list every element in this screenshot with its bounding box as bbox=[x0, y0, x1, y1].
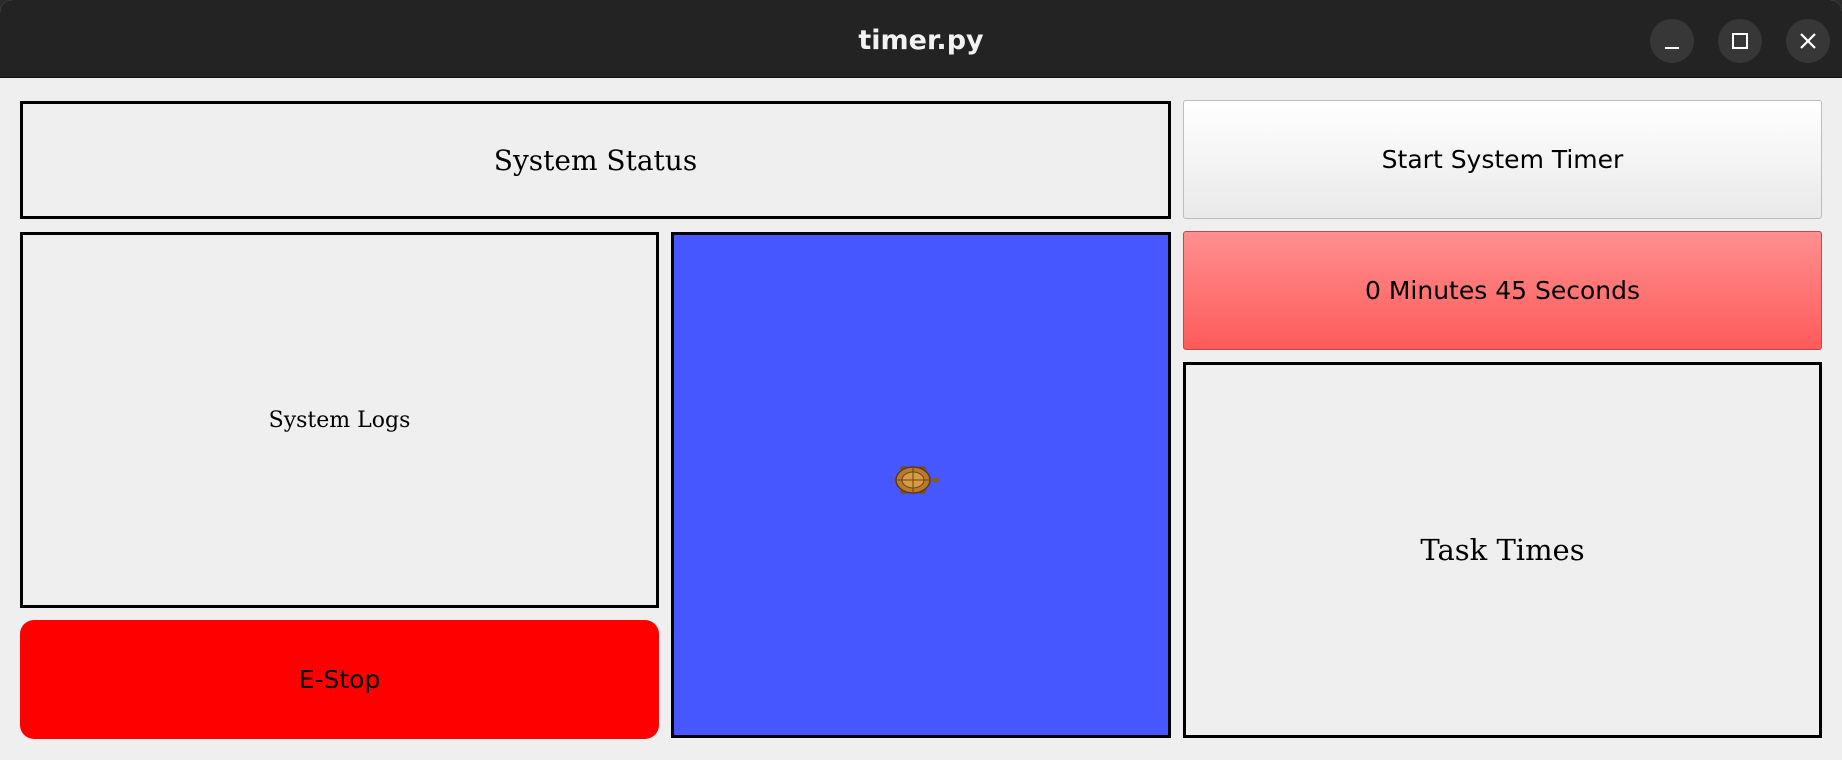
start-timer-label: Start System Timer bbox=[1381, 145, 1624, 174]
start-timer-button[interactable]: Start System Timer bbox=[1183, 100, 1822, 219]
task-times-panel: Task Times bbox=[1183, 362, 1822, 738]
minimize-icon bbox=[1665, 47, 1679, 49]
main-content: System Status Start System Timer System … bbox=[0, 78, 1842, 760]
estop-button[interactable]: E-Stop bbox=[20, 620, 659, 739]
app-window: timer.py System Status Start System Time… bbox=[0, 0, 1842, 760]
system-logs-label: System Logs bbox=[268, 407, 411, 433]
close-button[interactable] bbox=[1786, 19, 1830, 63]
window-title: timer.py bbox=[858, 25, 984, 56]
estop-label: E-Stop bbox=[298, 665, 381, 694]
turtle-canvas[interactable] bbox=[671, 232, 1171, 738]
title-bar[interactable]: timer.py bbox=[0, 0, 1842, 78]
system-status-label: System Status bbox=[493, 143, 698, 177]
system-status-panel: System Status bbox=[20, 101, 1171, 219]
maximize-icon bbox=[1732, 33, 1748, 49]
system-logs-panel: System Logs bbox=[20, 232, 659, 608]
timer-display-button[interactable]: 0 Minutes 45 Seconds bbox=[1183, 231, 1822, 350]
turtle-icon bbox=[894, 466, 940, 494]
close-icon bbox=[1800, 33, 1816, 49]
minimize-button[interactable] bbox=[1650, 19, 1694, 63]
maximize-button[interactable] bbox=[1718, 19, 1762, 63]
task-times-label: Task Times bbox=[1420, 533, 1585, 567]
timer-display-label: 0 Minutes 45 Seconds bbox=[1365, 276, 1640, 305]
